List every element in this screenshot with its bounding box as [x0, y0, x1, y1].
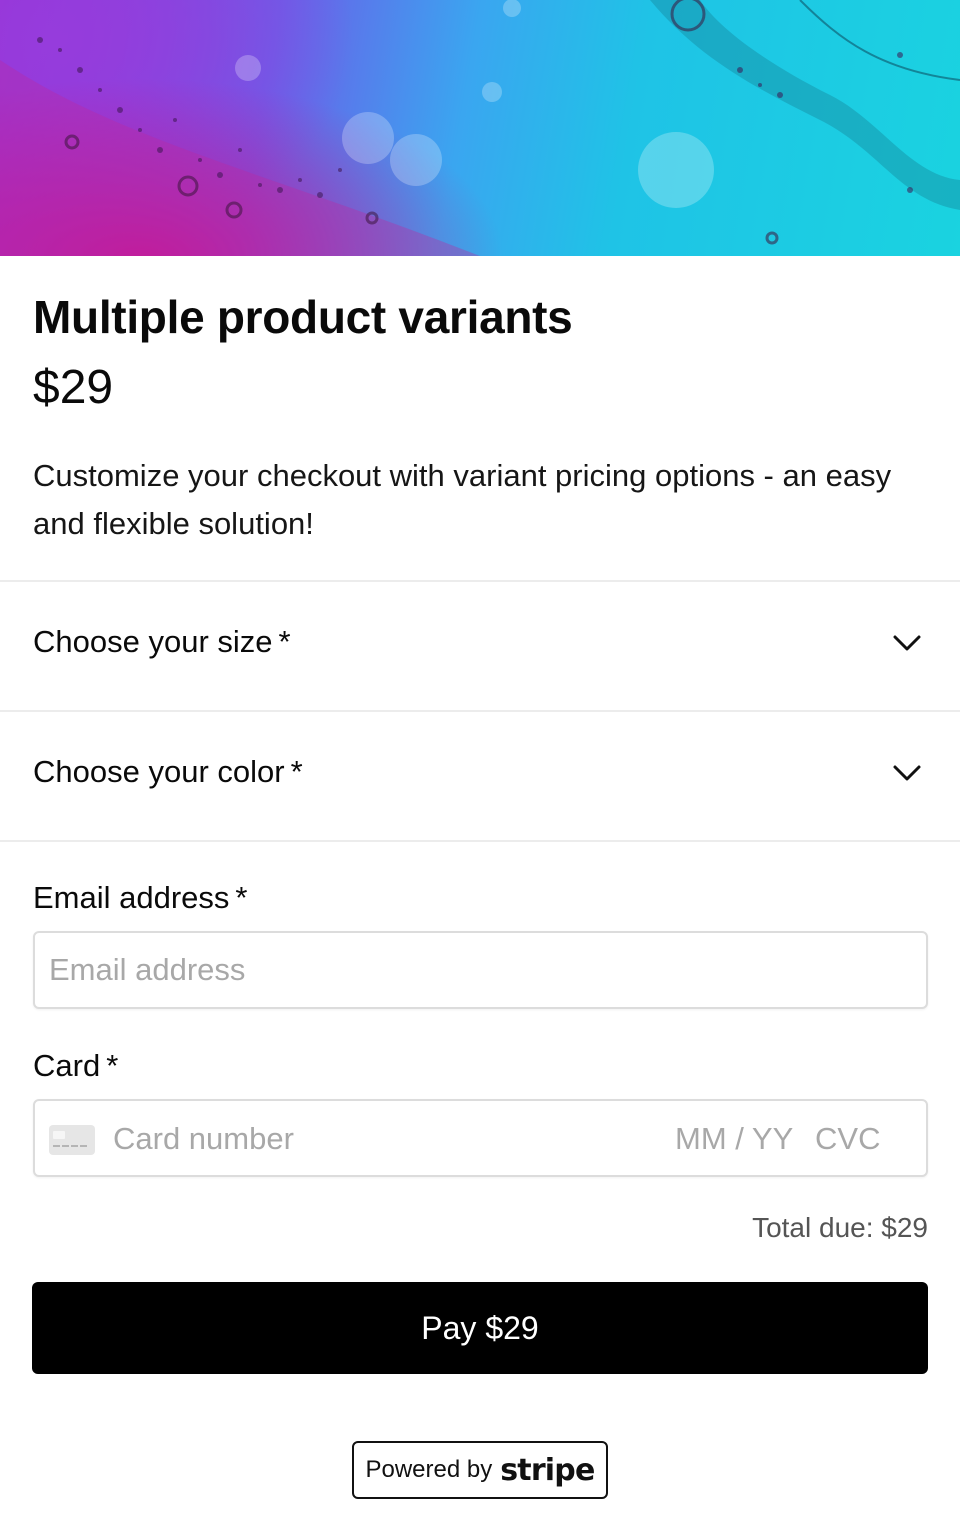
required-mark: * — [290, 754, 303, 789]
color-selector-label: Choose your color * — [33, 754, 303, 790]
email-label-text: Email address — [33, 880, 230, 915]
credit-card-icon — [49, 1125, 95, 1155]
required-mark: * — [278, 624, 291, 659]
email-field-container — [33, 931, 928, 1009]
chevron-down-icon[interactable] — [892, 632, 922, 654]
product-price: $29 — [33, 361, 114, 414]
divider — [0, 840, 960, 842]
bubbles-decoration — [0, 0, 960, 256]
size-label-text: Choose your size — [33, 624, 273, 659]
size-selector[interactable]: Choose your size * — [0, 582, 960, 710]
stripe-logo: stripe — [500, 1452, 595, 1488]
product-title: Multiple product variants — [33, 291, 573, 343]
powered-by-text: Powered by — [365, 1456, 493, 1483]
card-label: Card * — [33, 1048, 118, 1084]
card-number-input[interactable]: Card number — [113, 1121, 294, 1157]
total-due: Total due: $29 — [752, 1212, 928, 1243]
email-field[interactable] — [49, 933, 909, 1007]
pay-button[interactable]: Pay $29 — [32, 1282, 928, 1374]
hero-banner-image — [0, 0, 960, 256]
color-selector[interactable]: Choose your color * — [0, 712, 960, 840]
email-label: Email address * — [33, 880, 248, 916]
powered-by-stripe-badge[interactable]: Powered by stripe — [352, 1441, 608, 1499]
card-cvc-input[interactable]: CVC — [815, 1121, 880, 1157]
card-label-text: Card — [33, 1048, 101, 1083]
required-mark: * — [235, 880, 248, 915]
size-selector-label: Choose your size * — [33, 624, 291, 660]
card-field[interactable]: Card number MM / YY CVC — [33, 1099, 928, 1177]
color-label-text: Choose your color — [33, 754, 285, 789]
chevron-down-icon[interactable] — [892, 762, 922, 784]
required-mark: * — [106, 1048, 119, 1083]
card-expiry-input[interactable]: MM / YY — [675, 1121, 793, 1157]
product-description: Customize your checkout with variant pri… — [33, 458, 892, 541]
